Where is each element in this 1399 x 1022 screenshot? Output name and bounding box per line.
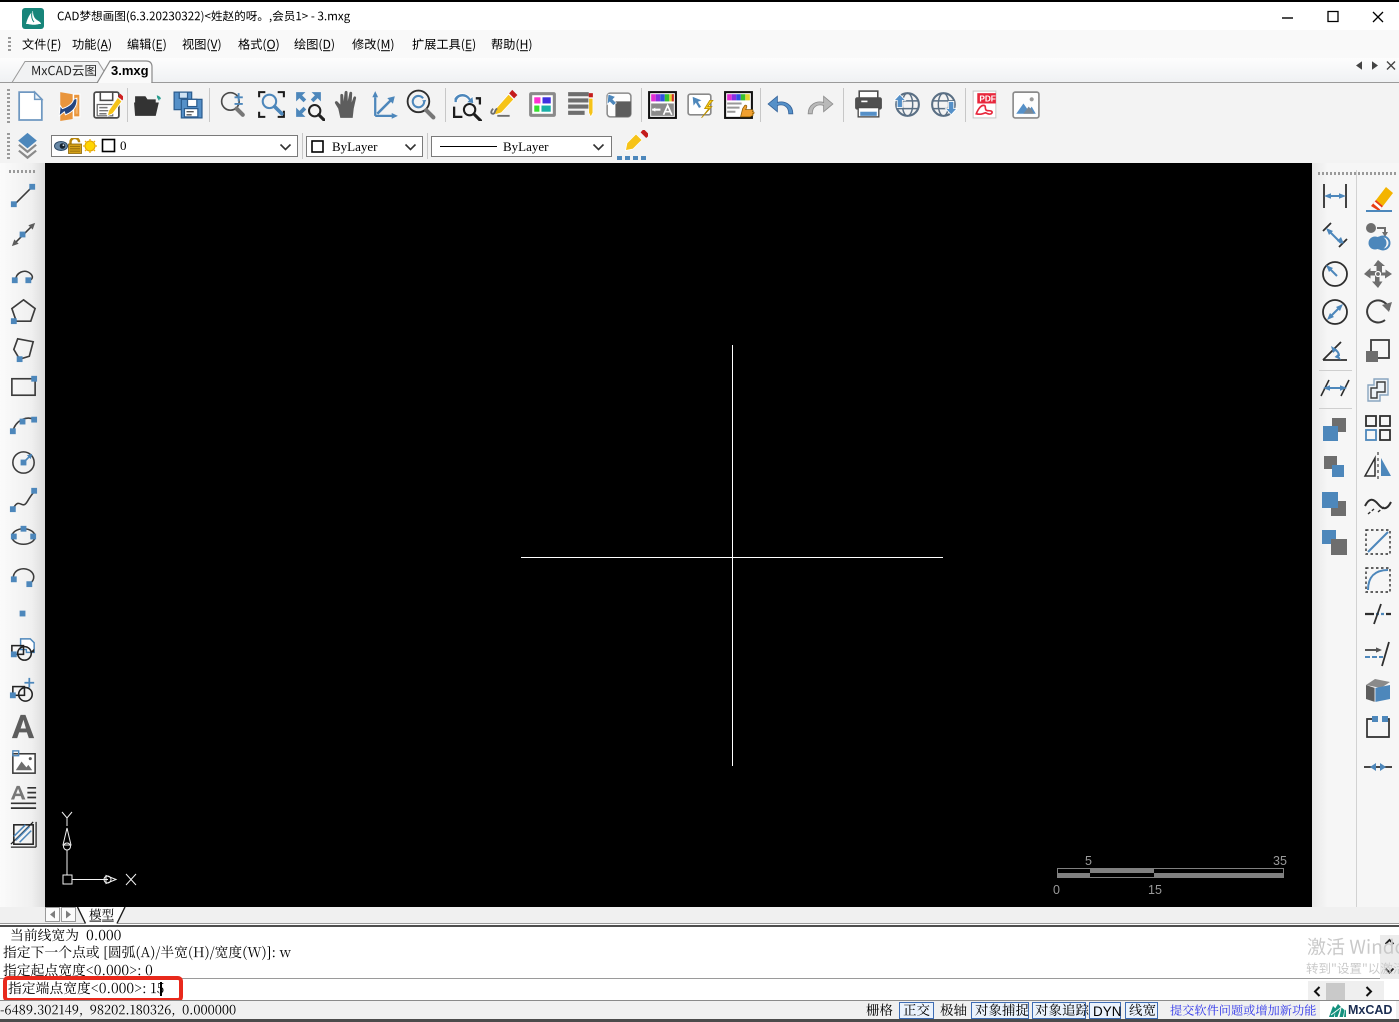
- svg-text:0: 0: [1053, 883, 1060, 895]
- svg-text:15: 15: [1148, 883, 1162, 895]
- svg-text:35: 35: [1273, 854, 1287, 868]
- svg-text:PDF: PDF: [979, 94, 996, 103]
- svg-text:5: 5: [1085, 854, 1092, 868]
